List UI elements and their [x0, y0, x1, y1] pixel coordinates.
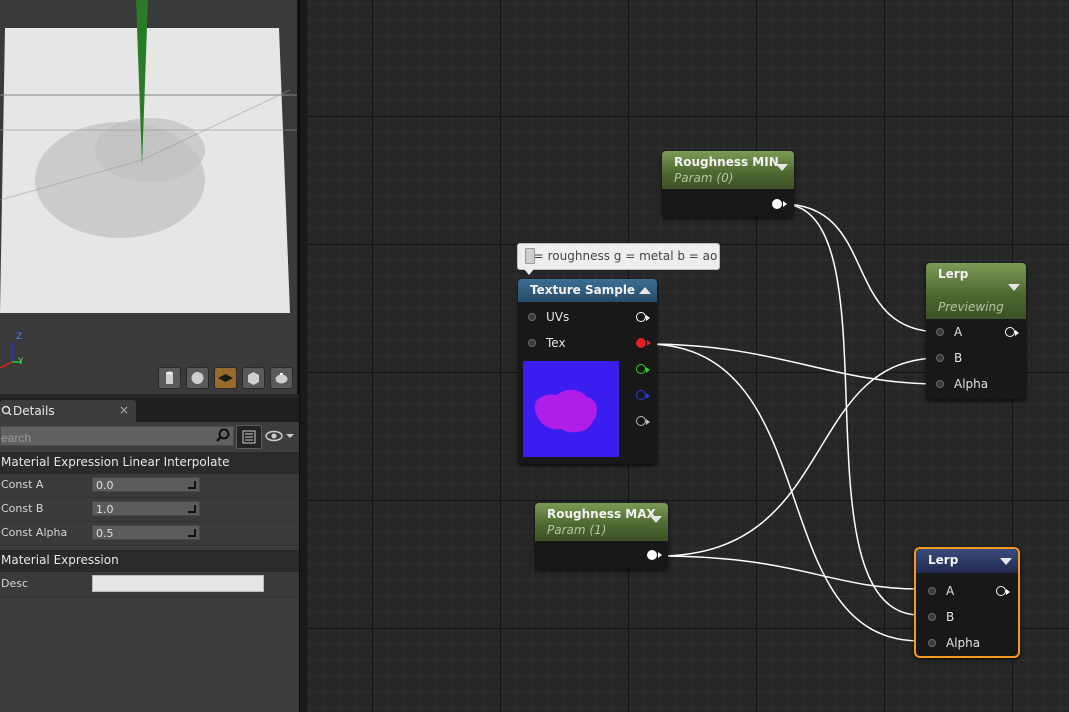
collapse-arrow-icon[interactable] — [639, 287, 651, 294]
node-lerp-preview[interactable]: Lerp Previewing A B Alpha — [926, 263, 1026, 399]
category-title: Material Expression Linear Interpolate — [1, 455, 230, 469]
cylinder-icon — [166, 371, 173, 384]
pin-label: Alpha — [954, 377, 989, 391]
category-material-expression[interactable]: Material Expression — [0, 550, 299, 572]
field-value: 0.0 — [96, 479, 114, 492]
output-pin-red[interactable] — [636, 338, 651, 348]
pin-label: B — [946, 610, 955, 624]
teapot-icon — [275, 373, 288, 384]
output-pin-blue[interactable] — [636, 390, 650, 400]
pin-label: Tex — [546, 336, 566, 350]
node-title: Lerp — [938, 267, 969, 281]
pin-label: A — [946, 584, 955, 598]
node-roughness-max[interactable]: Roughness MAX Param (1) — [535, 503, 668, 569]
view-options-list-button[interactable] — [236, 425, 262, 449]
output-pin-green[interactable] — [636, 364, 650, 374]
texture-thumbnail — [523, 361, 619, 457]
const-b-field[interactable]: 1.0 — [92, 501, 200, 516]
search-icon — [216, 428, 230, 442]
desc-field[interactable] — [92, 575, 264, 592]
input-pin-a[interactable] — [928, 587, 936, 595]
node-roughness-min[interactable]: Roughness MIN Param (0) — [662, 151, 794, 217]
resize-grip-icon — [188, 505, 196, 513]
const-a-field[interactable]: 0.0 — [92, 477, 200, 492]
details-search-input[interactable] — [1, 429, 213, 447]
details-tab[interactable]: Details × — [0, 400, 136, 422]
collapse-arrow-icon[interactable] — [1008, 284, 1020, 291]
property-name: Const Alpha — [1, 526, 68, 539]
property-name: Const B — [1, 502, 44, 515]
input-pin-b[interactable] — [928, 613, 936, 621]
comment-text: r = roughness g = metal b = ao — [525, 249, 718, 263]
input-pin-alpha[interactable] — [936, 380, 944, 388]
node-texture-sample[interactable]: Texture Sample UVs Tex — [518, 279, 657, 464]
search-button[interactable] — [214, 427, 232, 445]
axis-z-label: Z — [16, 332, 23, 342]
property-row-const-alpha: Const Alpha 0.5 — [0, 522, 299, 546]
node-title: Lerp — [928, 553, 959, 567]
input-pin-uvs[interactable] — [528, 313, 536, 321]
node-title: Texture Sample — [530, 283, 636, 297]
output-pin-alpha[interactable] — [636, 416, 650, 426]
node-lerp-selected[interactable]: Lerp A B Alpha — [914, 547, 1020, 658]
preview-teapot-button[interactable] — [270, 367, 293, 389]
pin-comment-icon[interactable] — [525, 248, 535, 264]
property-row-const-b: Const B 1.0 — [0, 498, 299, 522]
texture-comment-bubble[interactable]: r = roughness g = metal b = ao — [517, 243, 720, 275]
collapse-arrow-icon[interactable] — [1000, 558, 1012, 565]
output-pin-rgb[interactable] — [636, 312, 650, 322]
property-row-const-a: Const A 0.0 — [0, 474, 299, 498]
details-tab-label: Details — [13, 404, 55, 418]
chevron-down-icon — [286, 434, 294, 438]
input-pin-a[interactable] — [936, 328, 944, 336]
output-pin[interactable] — [996, 586, 1010, 596]
node-title: Roughness MAX — [547, 507, 656, 521]
node-subtitle: Param (0) — [674, 171, 734, 185]
viewport-scene — [0, 0, 299, 369]
sphere-icon — [191, 372, 204, 384]
resize-grip-icon — [188, 481, 196, 489]
details-search-box[interactable] — [0, 426, 234, 447]
details-magnifier-icon — [1, 405, 12, 416]
pin-label: UVs — [546, 310, 570, 324]
field-value: 1.0 — [96, 503, 114, 516]
preview-sphere-button[interactable] — [186, 367, 209, 389]
pin-label: Alpha — [946, 636, 981, 650]
node-title: Roughness MIN — [674, 155, 779, 169]
cube-icon — [248, 372, 259, 385]
output-pin[interactable] — [772, 199, 787, 209]
preview-viewport[interactable]: Z Y — [0, 0, 299, 394]
property-name: Const A — [1, 478, 44, 491]
visibility-dropdown-button[interactable] — [264, 427, 298, 445]
field-value: 0.5 — [96, 527, 114, 540]
axis-y-label: Y — [18, 357, 24, 367]
pin-label: A — [954, 325, 963, 339]
const-alpha-field[interactable]: 0.5 — [92, 525, 200, 540]
close-icon[interactable]: × — [119, 403, 129, 417]
property-row-desc: Desc — [0, 572, 299, 598]
input-pin-alpha[interactable] — [928, 639, 936, 647]
resize-grip-icon — [188, 529, 196, 537]
output-pin[interactable] — [647, 550, 662, 560]
plane-icon — [218, 374, 233, 382]
eye-icon — [265, 430, 294, 442]
input-pin-tex[interactable] — [528, 339, 536, 347]
output-pin[interactable] — [1005, 327, 1019, 337]
collapse-arrow-icon[interactable] — [776, 164, 788, 171]
pin-label: B — [954, 351, 963, 365]
property-name: Desc — [1, 577, 29, 590]
category-title: Material Expression — [1, 553, 119, 567]
node-subtitle: Param (1) — [547, 523, 607, 537]
preview-cylinder-button[interactable] — [158, 367, 181, 389]
preview-cube-button[interactable] — [242, 367, 265, 389]
collapse-arrow-icon[interactable] — [650, 516, 662, 523]
node-subtitle: Previewing — [938, 300, 1004, 314]
category-linear-interpolate[interactable]: Material Expression Linear Interpolate — [0, 452, 299, 474]
preview-plane-button[interactable] — [214, 367, 237, 389]
panel-splitter[interactable] — [299, 0, 308, 712]
input-pin-b[interactable] — [936, 354, 944, 362]
list-icon — [242, 430, 256, 444]
